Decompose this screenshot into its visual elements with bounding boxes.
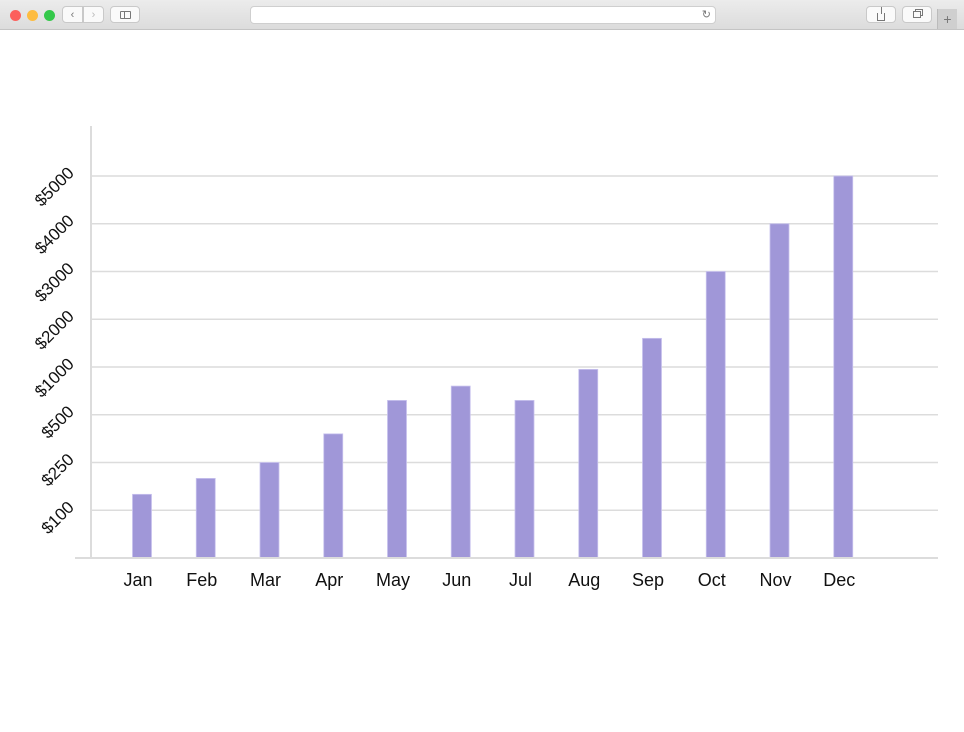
x-tick-label: May xyxy=(376,570,410,590)
y-tick-label: $100 xyxy=(38,498,78,538)
x-tick-label: Jun xyxy=(442,570,471,590)
x-axis-labels: Jan Feb Mar Apr May Jun Jul Aug Sep Oct Nov Dec xyxy=(123,570,855,590)
bar-chart: $100 $250 $500$1000$2000$3000$4000$5000 Ja… xyxy=(31,126,938,590)
y-tick-label: $5000 xyxy=(31,163,78,210)
bar-nov[interactable] xyxy=(769,223,790,559)
bar-jul[interactable] xyxy=(514,400,535,559)
x-tick-label: Feb xyxy=(186,570,217,590)
y-tick-label: $500 xyxy=(38,402,78,442)
bar-jan[interactable] xyxy=(132,493,152,559)
x-tick-label: Nov xyxy=(759,570,791,590)
y-tick-label: $4000 xyxy=(31,211,78,258)
gridlines xyxy=(91,175,938,511)
bar-jun[interactable] xyxy=(450,385,471,559)
x-tick-label: Apr xyxy=(315,570,343,590)
x-tick-label: Dec xyxy=(823,570,855,590)
bar-dec[interactable] xyxy=(833,175,854,559)
bar-oct[interactable] xyxy=(705,271,726,559)
bar-aug[interactable] xyxy=(578,368,599,559)
y-tick-label: $250 xyxy=(38,450,78,490)
bar-sep[interactable] xyxy=(642,337,662,559)
bar-apr[interactable] xyxy=(323,433,344,559)
x-tick-label: Oct xyxy=(698,570,726,590)
y-tick-label: $2000 xyxy=(31,307,78,354)
x-tick-label: Sep xyxy=(632,570,664,590)
y-axis-labels: $100 $250 $500$1000$2000$3000$4000$5000 xyxy=(31,163,78,537)
y-tick-label: $1000 xyxy=(31,354,78,401)
x-tick-label: Jul xyxy=(509,570,532,590)
bar-feb[interactable] xyxy=(195,478,216,559)
y-tick-label: $3000 xyxy=(31,259,78,306)
x-tick-label: Mar xyxy=(250,570,281,590)
x-tick-label: Aug xyxy=(568,570,600,590)
bar-may[interactable] xyxy=(387,400,407,559)
bar-mar[interactable] xyxy=(259,462,280,559)
x-tick-label: Jan xyxy=(123,570,152,590)
